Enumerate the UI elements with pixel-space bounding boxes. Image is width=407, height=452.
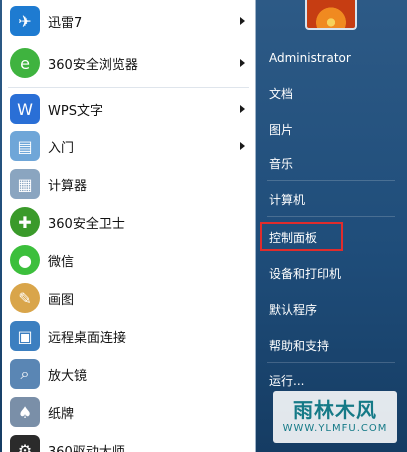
program-remote-desktop[interactable]: ▣ 远程桌面连接 [2, 317, 255, 355]
watermark-logo: 雨林木风 WWW.YLMFU.COM [273, 391, 397, 443]
documents-link[interactable]: 文档 [269, 85, 293, 102]
program-label: 360驱动大师 [48, 444, 125, 452]
program-wechat[interactable]: ● 微信 [2, 241, 255, 279]
run-link[interactable]: 运行... [269, 372, 304, 389]
program-label: 微信 [48, 254, 75, 270]
divider [267, 362, 395, 363]
thunder-bird-icon: ✈ [10, 6, 40, 36]
divider [267, 216, 395, 217]
devices-printers-link[interactable]: 设备和打印机 [269, 265, 341, 282]
program-label: 360安全浏览器 [48, 57, 138, 73]
program-label: 迅雷7 [48, 15, 83, 31]
computer-link[interactable]: 计算机 [269, 191, 305, 208]
program-label: 远程桌面连接 [48, 330, 127, 346]
program-label: WPS文字 [48, 103, 103, 119]
program-wps[interactable]: W WPS文字 [2, 91, 255, 127]
program-360-browser[interactable]: e 360安全浏览器 [2, 42, 255, 84]
program-label: 入门 [48, 140, 75, 156]
remote-desktop-icon: ▣ [10, 321, 40, 351]
user-avatar[interactable] [305, 0, 357, 30]
cards-icon: ♠ [10, 397, 40, 427]
program-list: ✈ 迅雷7 e 360安全浏览器 W WPS文字 ▤ 入门 ▦ 计算器 ✚ 36… [2, 0, 256, 452]
pictures-link[interactable]: 图片 [269, 121, 293, 138]
program-label: 纸牌 [48, 406, 75, 422]
default-programs-link[interactable]: 默认程序 [269, 301, 317, 318]
submenu-arrow-icon[interactable] [240, 105, 245, 113]
magnifier-icon: ⌕ [10, 359, 40, 389]
driver-gear-icon: ⚙ [10, 435, 40, 452]
program-label: 360安全卫士 [48, 216, 125, 232]
program-solitaire[interactable]: ♠ 纸牌 [2, 393, 255, 431]
wechat-icon: ● [10, 245, 40, 275]
help-support-link[interactable]: 帮助和支持 [269, 337, 329, 354]
program-label: 画图 [48, 292, 75, 308]
program-calculator[interactable]: ▦ 计算器 [2, 165, 255, 203]
paint-palette-icon: ✎ [10, 283, 40, 313]
program-360-safe[interactable]: ✚ 360安全卫士 [2, 203, 255, 241]
start-menu: ✈ 迅雷7 e 360安全浏览器 W WPS文字 ▤ 入门 ▦ 计算器 ✚ 36… [0, 0, 407, 452]
divider [267, 180, 395, 181]
watermark-url: WWW.YLMFU.COM [282, 423, 388, 434]
program-xunlei[interactable]: ✈ 迅雷7 [2, 0, 255, 42]
submenu-arrow-icon[interactable] [240, 59, 245, 67]
program-magnifier[interactable]: ⌕ 放大镜 [2, 355, 255, 393]
browser-icon: e [10, 48, 40, 78]
user-folder[interactable]: Administrator [269, 51, 351, 65]
divider [8, 87, 249, 88]
program-360-driver[interactable]: ⚙ 360驱动大师 [2, 431, 255, 452]
submenu-arrow-icon[interactable] [240, 17, 245, 25]
watermark-title: 雨林木风 [293, 398, 377, 422]
music-link[interactable]: 音乐 [269, 155, 293, 172]
program-paint[interactable]: ✎ 画图 [2, 279, 255, 317]
submenu-arrow-icon[interactable] [240, 142, 245, 150]
control-panel-highlight [260, 222, 343, 251]
shield-plus-icon: ✚ [10, 207, 40, 237]
program-getting-started[interactable]: ▤ 入门 [2, 127, 255, 165]
wps-w-icon: W [10, 94, 40, 124]
calculator-icon: ▦ [10, 169, 40, 199]
getting-started-icon: ▤ [10, 131, 40, 161]
program-label: 计算器 [48, 178, 88, 194]
program-label: 放大镜 [48, 368, 88, 384]
